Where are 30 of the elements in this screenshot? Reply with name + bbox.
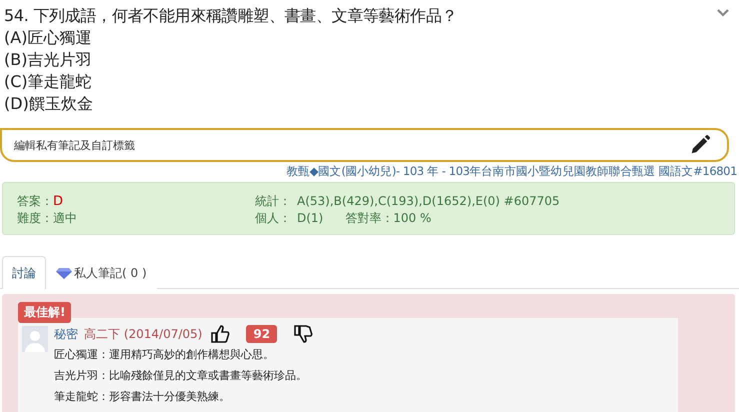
comment-text: 匠心獨運：運用精巧高妙的創作構想與心思。 bbox=[54, 347, 275, 363]
personal-value: D(1) bbox=[297, 211, 324, 225]
answer-value: D bbox=[53, 194, 64, 209]
post-meta: 高二下 (2014/07/05) bbox=[84, 326, 202, 342]
answer-option: (A)匠心獨運 bbox=[4, 27, 458, 49]
question-text: 54. 下列成語，何者不能用來稱讚雕塑、書畫、文章等藝術作品？ bbox=[4, 5, 458, 27]
gem-icon bbox=[56, 268, 72, 278]
pencil-icon[interactable] bbox=[689, 134, 711, 156]
comment-text: 吉光片羽：比喻殘餘僅見的文章或書畫等藝術珍品。 bbox=[54, 368, 308, 384]
stats-label: 統計： bbox=[255, 194, 291, 208]
stats-value: A(53),B(429),C(193),D(1652),E(0) #607705 bbox=[297, 194, 560, 208]
best-answer-badge: 最佳解! bbox=[18, 302, 72, 323]
difficulty-value: 適中 bbox=[53, 211, 77, 225]
correct-rate: 答對率：100 % bbox=[345, 211, 432, 225]
source-link[interactable]: 教甄◆國文(國小幼兒)- 103 年 - 103年台南市國小暨幼兒園教師聯合甄選 國語文#16801 bbox=[286, 164, 737, 178]
personal-label: 個人： bbox=[255, 211, 291, 225]
answer-option: (D)饌玉炊金 bbox=[4, 93, 458, 115]
thumbs-down-icon[interactable] bbox=[293, 324, 314, 344]
difficulty-label: 難度： bbox=[17, 211, 53, 225]
answer-option: (B)吉光片羽 bbox=[4, 49, 458, 71]
avatar-icon bbox=[22, 326, 48, 352]
thumbs-up-icon[interactable] bbox=[210, 324, 230, 344]
answer-label: 答案： bbox=[17, 194, 53, 208]
tab[interactable]: 討論 bbox=[2, 256, 46, 289]
comment-text: 筆走龍蛇：形容書法十分優美熟練。 bbox=[54, 389, 231, 405]
chevron-down-icon[interactable] bbox=[717, 9, 729, 17]
vote-count: 92 bbox=[246, 325, 278, 343]
author-link[interactable]: 秘密 bbox=[54, 326, 78, 342]
answer-option: (C)筆走龍蛇 bbox=[4, 71, 458, 93]
note-field[interactable]: 編輯私有筆記及自訂標籤 bbox=[0, 128, 729, 162]
